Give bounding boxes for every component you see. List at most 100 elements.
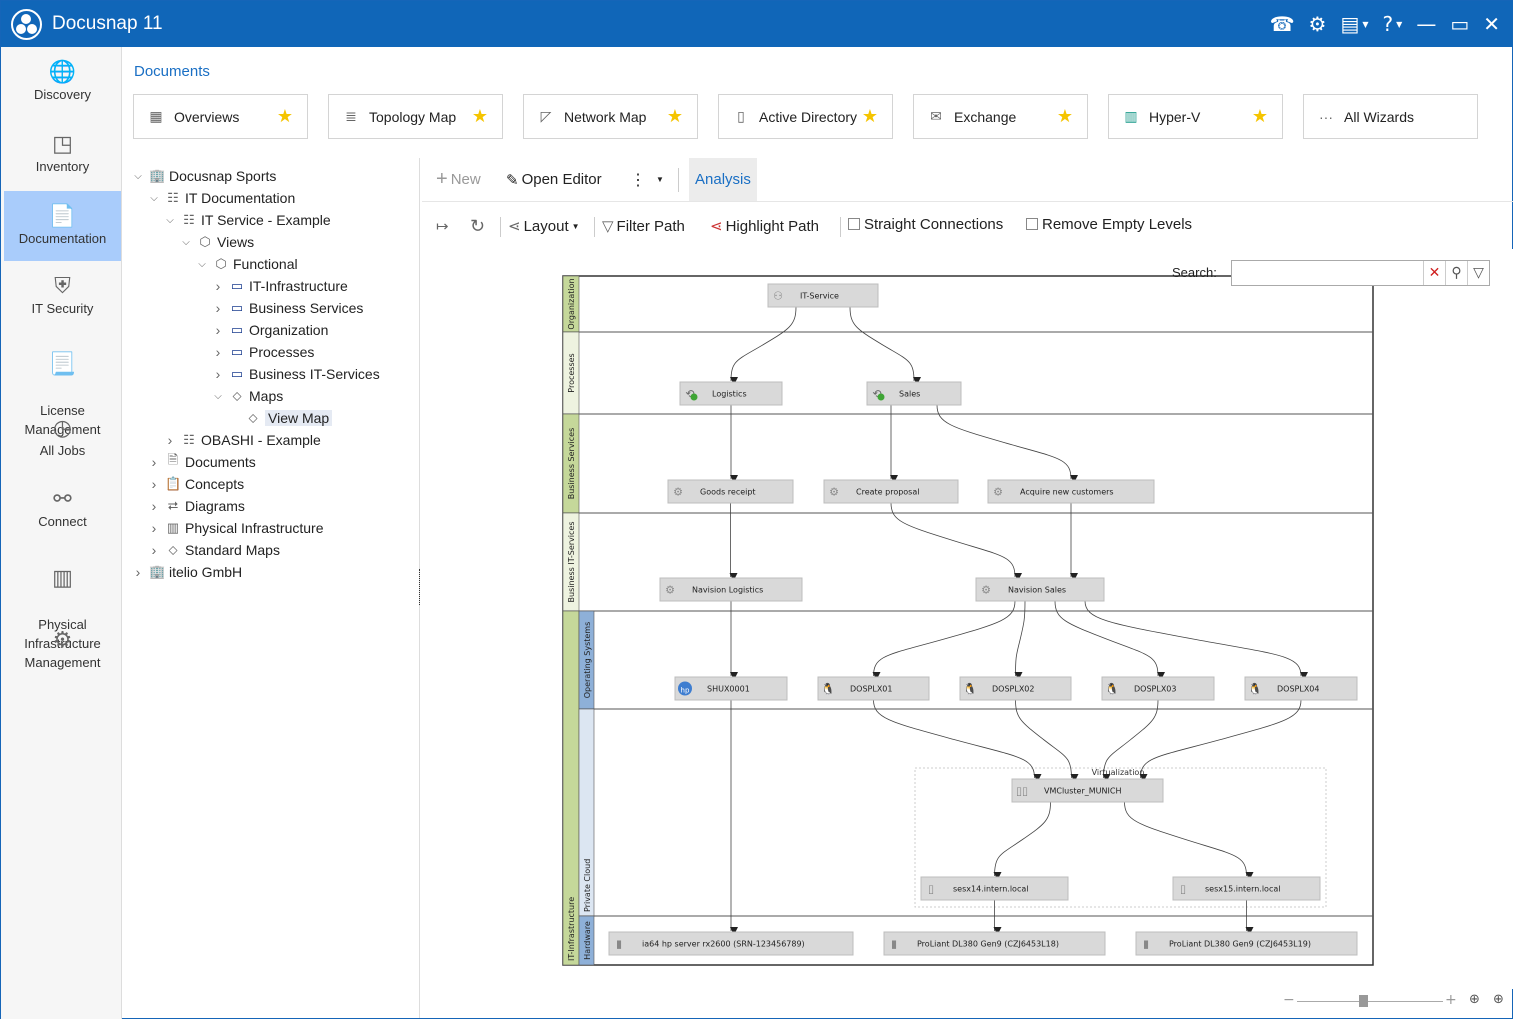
tree-item[interactable]: › ☷ OBASHI - Example xyxy=(163,430,321,450)
map-node[interactable]: ⚙ Create proposal xyxy=(823,479,959,504)
map-node[interactable]: ▮ ProLiant DL380 Gen9 (CZJ6453L18) xyxy=(883,931,1106,956)
tab-analysis[interactable]: Analysis xyxy=(689,158,757,201)
zoom-slider-thumb[interactable] xyxy=(1358,995,1368,1007)
favorite-star-icon[interactable]: ★ xyxy=(472,106,488,127)
favorite-star-icon[interactable]: ★ xyxy=(1057,106,1073,127)
wizard-overviews[interactable]: ▦ Overviews ★ xyxy=(133,94,308,139)
highlight-path-button[interactable]: ⋖ Highlight Path xyxy=(710,213,819,239)
map-node[interactable]: ⚙ Navision Logistics xyxy=(659,577,803,602)
map-node[interactable]: ▯ sesx14.intern.local xyxy=(920,876,1069,901)
nav-connect[interactable]: ⚯ Connect xyxy=(4,486,121,546)
chevron-right-icon[interactable]: › xyxy=(163,432,177,448)
tree-item[interactable]: ⌵ ⬡ Views xyxy=(179,232,254,252)
filter-path-button[interactable]: ▽ Filter Path xyxy=(602,213,685,239)
gear-icon[interactable]: ⚙ xyxy=(1309,12,1327,36)
map-node[interactable]: hp SHUX0001 xyxy=(674,676,788,701)
minimize-button[interactable]: — xyxy=(1416,12,1436,36)
chevron-down-icon[interactable]: ⌵ xyxy=(163,215,177,226)
chevron-right-icon[interactable]: › xyxy=(211,278,225,294)
tree-item[interactable]: › ▭ Organization xyxy=(211,320,329,340)
chevron-down-icon[interactable]: ⌵ xyxy=(147,193,161,204)
tree-item[interactable]: › ▭ Business Services xyxy=(211,298,364,318)
wizard-active-directory[interactable]: ▯ Active Directory ★ xyxy=(718,94,893,139)
tree-item[interactable]: ⌵ ☷ IT Service - Example xyxy=(163,210,330,230)
tree-item[interactable]: › 🗎 Documents xyxy=(147,452,256,472)
chevron-right-icon[interactable]: › xyxy=(147,520,161,536)
zoom-in-button[interactable]: + xyxy=(1445,992,1457,1008)
map-node[interactable]: ⚙ Acquire new customers xyxy=(987,479,1155,504)
favorite-star-icon[interactable]: ★ xyxy=(1252,106,1268,127)
maximize-button[interactable]: ▭ xyxy=(1450,12,1469,36)
map-node[interactable]: ⚙ Navision Sales xyxy=(975,577,1105,602)
chevron-right-icon[interactable]: › xyxy=(147,454,161,470)
map-node[interactable]: 🐧 DOSPLX03 xyxy=(1101,676,1215,701)
chevron-down-icon[interactable]: ⌵ xyxy=(195,259,209,270)
favorite-star-icon[interactable]: ★ xyxy=(862,106,878,127)
remove-empty-levels-checkbox[interactable]: Remove Empty Levels xyxy=(1026,211,1192,237)
nav-management[interactable]: ⚙ Management xyxy=(4,627,121,687)
wizard-hyper-v[interactable]: ▥ Hyper-V ★ xyxy=(1108,94,1283,139)
wizard-topology-map[interactable]: ≣ Topology Map ★ xyxy=(328,94,503,139)
tree-item[interactable]: ⌵ ☷ IT Documentation xyxy=(147,188,295,208)
panel-splitter[interactable] xyxy=(419,569,421,605)
chevron-right-icon[interactable]: › xyxy=(211,366,225,382)
tree-item[interactable]: › ▥ Physical Infrastructure xyxy=(147,518,324,538)
map-node[interactable]: ⚙ Goods receipt xyxy=(667,479,794,504)
map-canvas[interactable]: Organization Processes Business Services Bu… xyxy=(422,249,1513,989)
tree-item[interactable]: › ▭ Business IT-Services xyxy=(211,364,380,384)
nav-inventory[interactable]: ◳ Inventory xyxy=(4,131,121,191)
tree-item[interactable]: ⬦ View Map xyxy=(227,408,333,428)
chevron-right-icon[interactable]: › xyxy=(131,564,145,580)
map-node[interactable]: ▯ sesx15.intern.local xyxy=(1172,876,1321,901)
zoom-actual-icon[interactable]: ⊕ xyxy=(1493,992,1504,1007)
tree-item[interactable]: ⌵ ⬦ Maps xyxy=(211,386,283,406)
chevron-down-icon[interactable]: ⌵ xyxy=(179,237,193,248)
nav-documentation[interactable]: 📄 Documentation xyxy=(4,191,121,261)
search-button[interactable]: ⚲ xyxy=(1445,261,1467,285)
chevron-right-icon[interactable]: › xyxy=(211,322,225,338)
favorite-star-icon[interactable]: ★ xyxy=(667,106,683,127)
map-node[interactable]: ⚇ IT-Service xyxy=(767,283,879,308)
tree-item[interactable]: ⌵ ⬡ Functional xyxy=(195,254,297,274)
map-node[interactable]: 🐧 DOSPLX02 xyxy=(959,676,1072,701)
chevron-right-icon[interactable]: › xyxy=(147,476,161,492)
search-input[interactable] xyxy=(1232,261,1423,285)
zoom-slider-track[interactable] xyxy=(1297,1001,1443,1002)
chevron-right-icon[interactable]: › xyxy=(147,542,161,558)
map-node[interactable]: ▯▯ VMCluster_MUNICH xyxy=(1011,778,1164,803)
nav-all-jobs[interactable]: ◷ All Jobs xyxy=(4,415,121,475)
layout-dropdown[interactable]: ⋖ Layout ▼ xyxy=(508,213,580,239)
tree-item[interactable]: › ⬦ Standard Maps xyxy=(147,540,280,560)
headset-icon[interactable]: ☎ xyxy=(1270,12,1295,36)
nav-it-security[interactable]: ⛨ IT Security xyxy=(4,273,121,333)
expand-button[interactable]: ↦ xyxy=(436,213,449,239)
new-button[interactable]: + New xyxy=(436,158,481,201)
nav-physical-infrastructure[interactable]: ▥ Physical Infrastructure xyxy=(4,549,121,652)
nav-discovery[interactable]: 🌐 Discovery xyxy=(4,59,121,119)
close-button[interactable]: ✕ xyxy=(1483,12,1500,36)
chevron-down-icon[interactable]: ⌵ xyxy=(131,171,145,182)
wizard-network-map[interactable]: ◸ Network Map ★ xyxy=(523,94,698,139)
chevron-right-icon[interactable]: › xyxy=(211,300,225,316)
tree-item[interactable]: › 🏢 itelio GmbH xyxy=(131,562,242,582)
favorite-star-icon[interactable]: ★ xyxy=(277,106,293,127)
chevron-right-icon[interactable]: › xyxy=(211,344,225,360)
chevron-down-icon[interactable]: ⌵ xyxy=(211,391,225,402)
help-menu-button[interactable]: ? ▼ xyxy=(1383,12,1403,36)
map-node[interactable]: ▮ ia64 hp server rx2600 (SRN-123456789) xyxy=(608,931,854,956)
map-node[interactable]: ▮ ProLiant DL380 Gen9 (CZJ6453L19) xyxy=(1135,931,1358,956)
refresh-button[interactable]: ↻ xyxy=(470,213,485,239)
more-options-button[interactable]: ⋮ ▼ xyxy=(630,158,664,201)
wizard-exchange[interactable]: ✉ Exchange ★ xyxy=(913,94,1088,139)
map-node[interactable]: ⟲ Sales xyxy=(866,381,962,406)
open-editor-button[interactable]: ✎ Open Editor xyxy=(506,158,602,201)
workspace-menu-button[interactable]: ▤ ▼ xyxy=(1340,12,1368,36)
clear-search-button[interactable]: ✕ xyxy=(1423,261,1445,285)
tree-item[interactable]: ⌵ 🏢 Docusnap Sports xyxy=(131,166,276,186)
map-node[interactable]: 🐧 DOSPLX04 xyxy=(1244,676,1358,701)
tree-item[interactable]: › ▭ IT-Infrastructure xyxy=(211,276,348,296)
tree-item[interactable]: › ⮂ Diagrams xyxy=(147,496,245,516)
wizard-all-wizards[interactable]: ··· All Wizards xyxy=(1303,94,1478,139)
map-node[interactable]: ⟲ Logistics xyxy=(679,381,783,406)
tree-item[interactable]: › ▭ Processes xyxy=(211,342,315,362)
